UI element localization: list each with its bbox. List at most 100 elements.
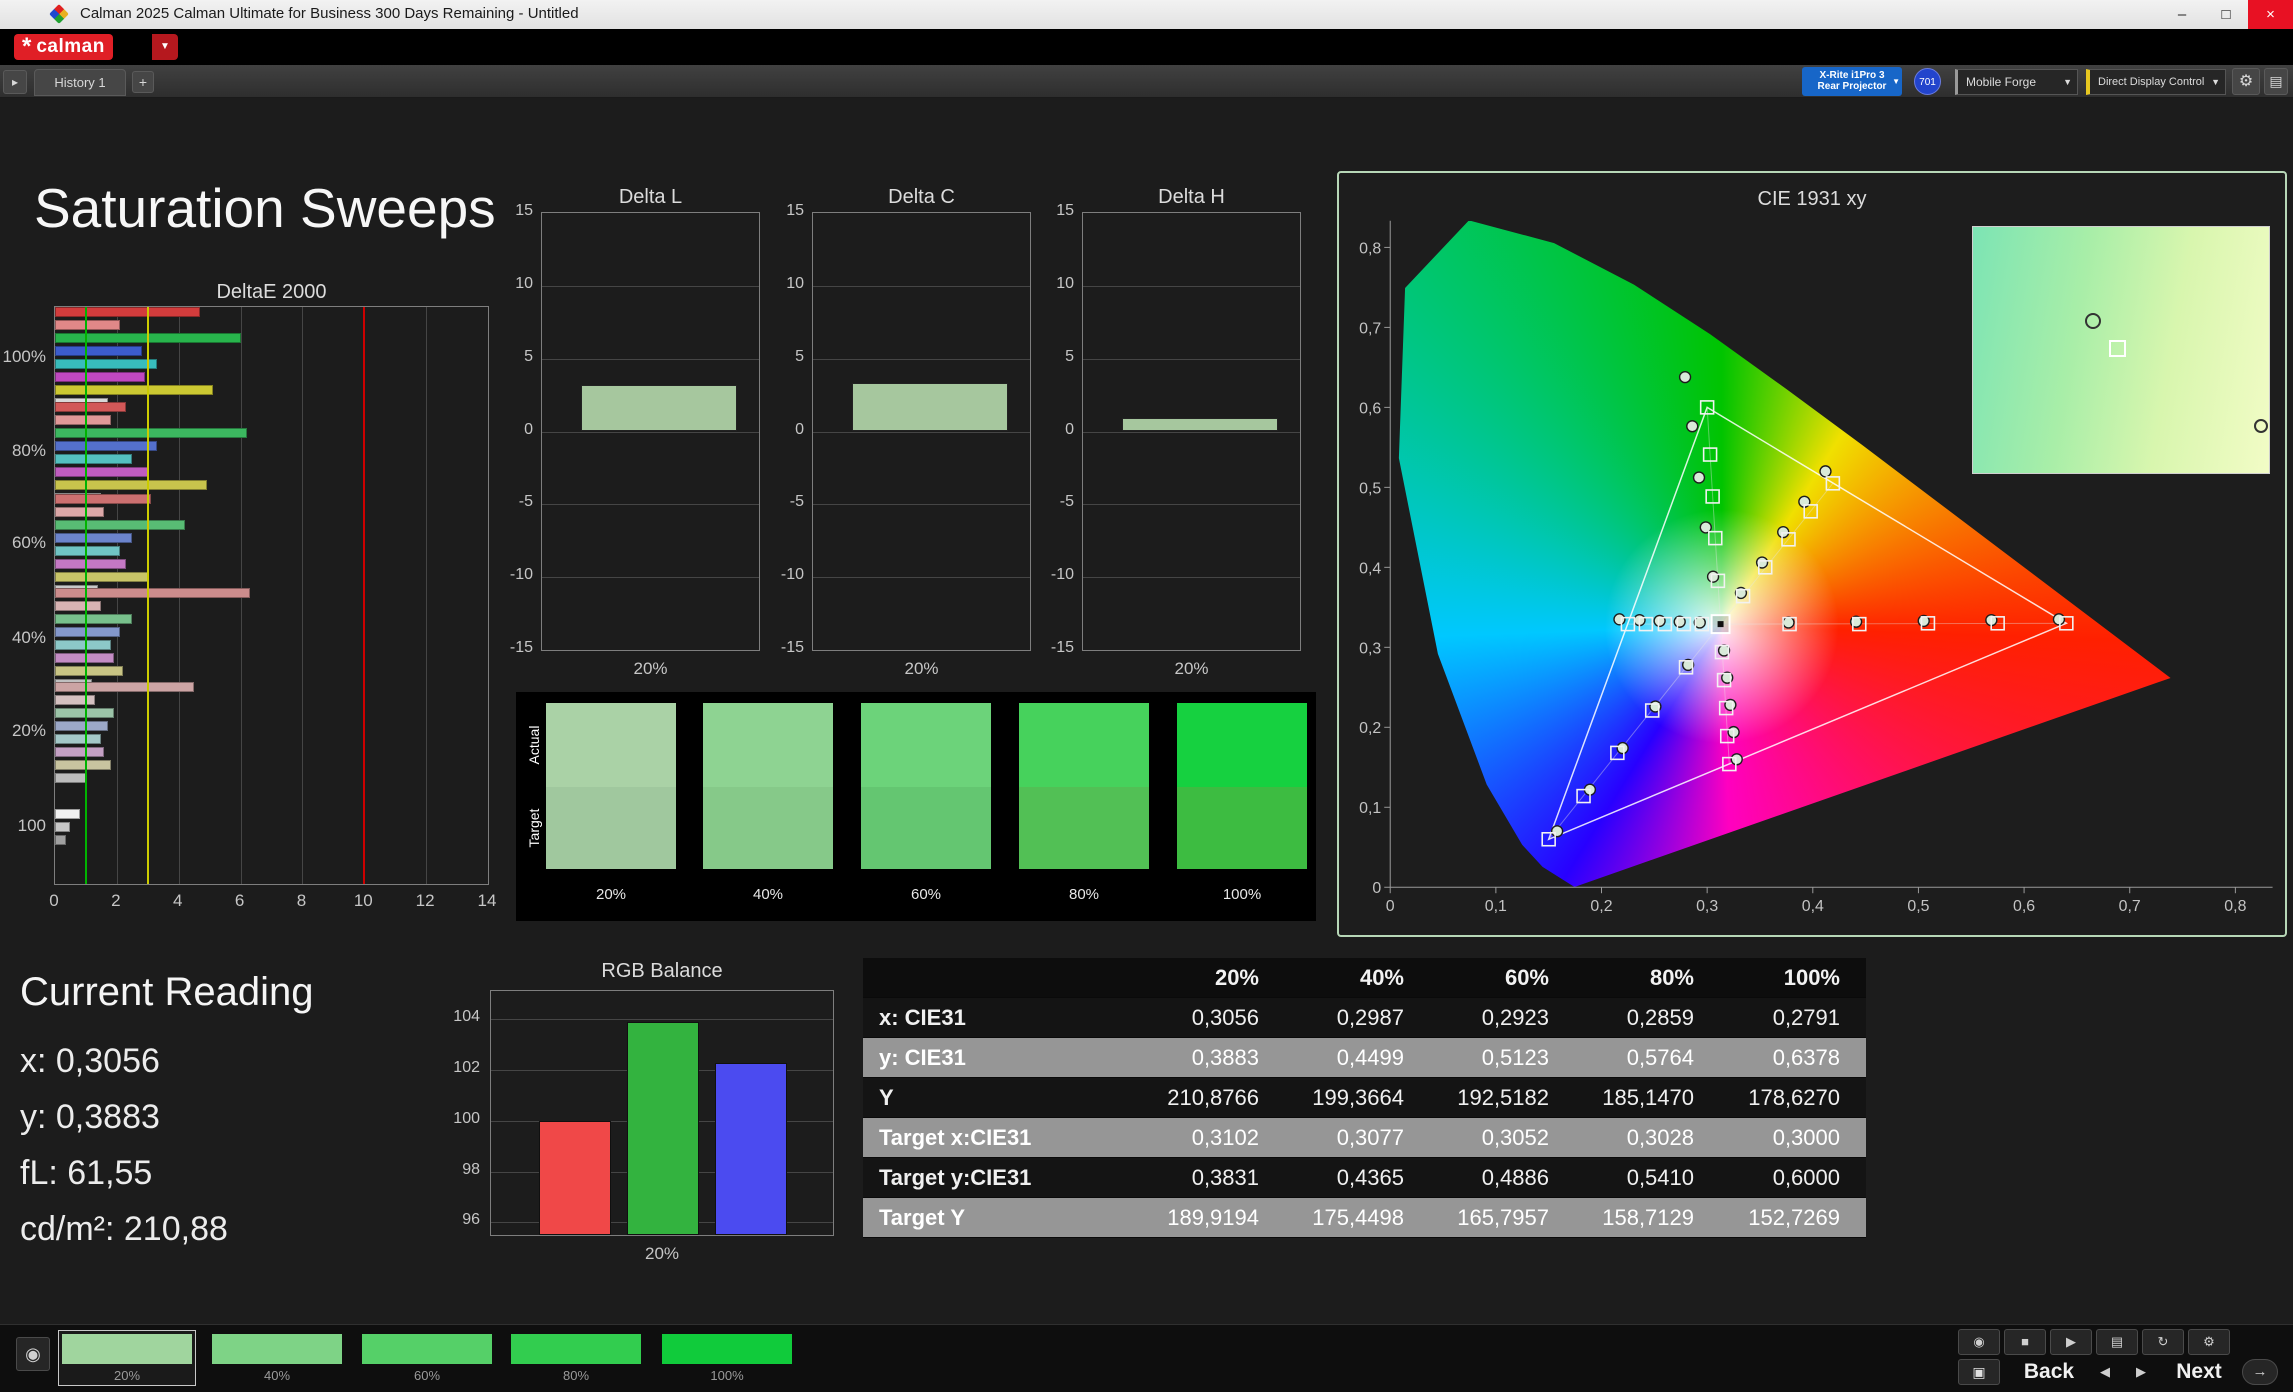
- delta-chart-gridline: [813, 431, 1030, 433]
- table-row: x: CIE31 0,3056 0,2987 0,2923 0,2859 0,2791: [863, 998, 1866, 1038]
- meter-mode: Rear Projector: [1817, 81, 1887, 92]
- deltae-chart-title: DeltaE 2000: [216, 281, 327, 303]
- step-forward-button[interactable]: ▶: [2126, 1361, 2156, 1383]
- table-row: Target Y 189,9194 175,4498 165,7957 158,7129…: [863, 1198, 1866, 1238]
- step-back-button[interactable]: ◀: [2090, 1361, 2120, 1383]
- maximize-button[interactable]: □: [2204, 0, 2248, 29]
- deltae-bar: [55, 372, 145, 383]
- stop-icon: ■: [2021, 1334, 2029, 1349]
- layout-button[interactable]: ▤: [2264, 68, 2288, 95]
- delta-chart-gridline: [813, 577, 1030, 579]
- cie-measured-point: [2052, 613, 2066, 626]
- stop-button[interactable]: ■: [2004, 1329, 2046, 1355]
- cie-x-tick-label: 0,5: [1907, 898, 1929, 915]
- rgb-gridline: [491, 1019, 833, 1021]
- deltae-x-tick-label: 10: [353, 891, 373, 910]
- delta-chart-y-tick-label: -10: [509, 566, 533, 584]
- current-reading-title: Current Reading: [20, 970, 314, 1014]
- table-cell: 0,5123: [1481, 1045, 1549, 1070]
- deltae-bar: [55, 385, 213, 396]
- cie-chart: CIE 1931 xy 0 0,1 0,2 0,3 0,4 0,5 0,6 0,7 0,8 0 0,…: [1337, 171, 2287, 937]
- gear-button[interactable]: ⚙: [2188, 1329, 2230, 1355]
- table-cell: 0,3000: [1772, 1125, 1840, 1150]
- sequence-swatch-button[interactable]: 40%: [208, 1330, 346, 1386]
- export-icon: ▤: [2110, 1334, 2124, 1349]
- table-row: y: CIE31 0,3883 0,4499 0,5123 0,5764 0,6378: [863, 1038, 1866, 1078]
- window-title: Calman 2025 Calman Ultimate for Business…: [80, 5, 579, 22]
- delta-chart-y-tick-label: -5: [1059, 493, 1074, 511]
- delta-chart-x-label: 20%: [633, 659, 668, 678]
- deltae-bar: [55, 479, 207, 490]
- delta-chart-y-tick-label: 15: [1056, 202, 1074, 219]
- cie-x-tick-label: 0,8: [2224, 898, 2246, 915]
- delta-chart-gridline: [1083, 431, 1300, 433]
- calman-logo[interactable]: * calman: [14, 34, 113, 60]
- deltae-bar: [55, 614, 133, 625]
- profile-badge[interactable]: 701: [1914, 68, 1941, 95]
- deltae-gridline: [302, 307, 304, 884]
- deltae-bar: [55, 453, 133, 464]
- meter-selector-button[interactable]: X-Rite i1Pro 3 Rear Projector ▼: [1802, 67, 1902, 96]
- delta-chart-y-tick-label: 10: [515, 274, 533, 292]
- table-row: Target x:CIE31 0,3102 0,3077 0,3052 0,3028 0,…: [863, 1118, 1866, 1158]
- back-button[interactable]: Back: [2014, 1359, 2084, 1385]
- target-swatch: [861, 787, 991, 869]
- deltae-bar: [55, 346, 142, 357]
- table-cell: 185,1470: [1602, 1085, 1694, 1110]
- delta-chart-gridline: [813, 285, 1030, 287]
- cie-y-tick-label: 0,4: [1359, 560, 1381, 577]
- delta-chart-gridline: [542, 504, 759, 506]
- actual-swatch: [703, 703, 833, 787]
- sequence-swatch-button[interactable]: 80%: [507, 1330, 645, 1386]
- minimize-button[interactable]: –: [2160, 0, 2204, 29]
- delta-chart-title: Delta H: [1158, 186, 1225, 208]
- advance-button[interactable]: →: [2242, 1359, 2278, 1385]
- swatch-label: 60%: [910, 886, 942, 903]
- play-button[interactable]: ▶: [2050, 1329, 2092, 1355]
- deltae-x-tick-label: 0: [49, 891, 59, 910]
- rgb-y-tick-label: 102: [453, 1059, 480, 1077]
- sequence-swatch-label: 100%: [710, 1368, 744, 1383]
- export-button[interactable]: ▤: [2096, 1329, 2138, 1355]
- pattern-source-select[interactable]: Mobile Forge ▼: [1955, 69, 2078, 95]
- page-title: Saturation Sweeps: [34, 177, 496, 239]
- table-cell: 192,5182: [1457, 1085, 1549, 1110]
- close-button[interactable]: ×: [2248, 0, 2293, 29]
- settings-button[interactable]: ⚙: [2232, 68, 2260, 95]
- chevron-down-icon: ▼: [160, 41, 170, 52]
- refresh-button[interactable]: ↻: [2142, 1329, 2184, 1355]
- add-tab-button[interactable]: +: [132, 71, 154, 93]
- rgb-bar-blue: [715, 1062, 787, 1235]
- cie-y-tick-label: 0: [1372, 880, 1381, 897]
- sequence-swatch-color: [212, 1334, 342, 1364]
- deltae-y-tick-label: 80%: [11, 441, 46, 461]
- delta-chart-y-tick-label: 5: [524, 347, 533, 365]
- next-button[interactable]: Next: [2164, 1359, 2234, 1385]
- panel-toggle-button[interactable]: ▸: [3, 70, 27, 94]
- deltae-x-tick-label: 2: [111, 891, 121, 910]
- meter-status-button[interactable]: ◉: [16, 1337, 50, 1371]
- sequence-swatch-color: [511, 1334, 641, 1364]
- calman-star-icon: *: [22, 33, 32, 60]
- tab-history-1[interactable]: History 1: [34, 69, 126, 96]
- sequence-swatch-button[interactable]: 60%: [358, 1330, 496, 1386]
- meter-button[interactable]: ◉: [1958, 1329, 2000, 1355]
- delta-chart-y-tick-label: 15: [786, 202, 804, 219]
- cie-y-tick-label: 0,3: [1359, 640, 1381, 657]
- deltae-bar: [55, 666, 124, 677]
- display-control-select[interactable]: Direct Display Control ▼: [2086, 69, 2226, 95]
- delta-chart-plot: [1082, 212, 1301, 651]
- deltae-plot: [54, 306, 489, 885]
- deltae-bar: [55, 427, 247, 438]
- delta-chart-y-tick-label: -15: [1050, 639, 1074, 656]
- sequence-swatch-button[interactable]: 20%: [58, 1330, 196, 1386]
- cie-measured-point: [1686, 420, 1699, 433]
- logo-menu-button[interactable]: ▼: [152, 34, 178, 60]
- sequence-swatch-label: 80%: [562, 1368, 590, 1383]
- deltae-bar: [55, 414, 111, 425]
- cie-x-tick-label: 0,4: [1802, 898, 1824, 915]
- deltae-bar: [55, 519, 185, 530]
- table-cell: 0,3831: [1191, 1165, 1259, 1190]
- pattern-window-button[interactable]: ▣: [1958, 1359, 2000, 1385]
- sequence-swatch-button[interactable]: 100%: [658, 1330, 796, 1386]
